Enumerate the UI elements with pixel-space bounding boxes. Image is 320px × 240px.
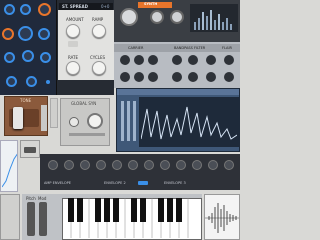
filter-knob-1[interactable]: [172, 55, 182, 65]
env-knob-5[interactable]: [112, 160, 122, 170]
global-panel: GLOBAL SYN: [60, 98, 110, 146]
carrier-knob-4[interactable]: [120, 72, 130, 82]
filter-knob-2[interactable]: [188, 55, 198, 65]
sample-waveform-panel: [204, 194, 240, 240]
tone-panel: TONE: [4, 96, 48, 136]
envelope-2-label: ENVELOPE 2: [104, 181, 126, 185]
mod-wheel[interactable]: [39, 202, 47, 236]
mini-display-curve: [2, 153, 17, 188]
env-knob-4[interactable]: [96, 160, 106, 170]
knob-11[interactable]: [26, 76, 37, 87]
carrier-knob-3[interactable]: [148, 55, 158, 65]
cycles-knob[interactable]: [92, 61, 106, 75]
lfo-panel: AMOUNT RAMP RATE CYCLES: [58, 10, 114, 80]
envelope-2-indicator[interactable]: [138, 181, 148, 185]
flair-knob-2[interactable]: [224, 72, 234, 82]
eq-fader-2[interactable]: [127, 101, 130, 141]
tone-side-block: [41, 105, 47, 131]
knob-10[interactable]: [6, 76, 17, 87]
amp-envelope-label: AMP ENVELOPE: [44, 181, 71, 185]
left-mini-toggle-panel: [20, 140, 40, 158]
synth-spectrum-bars: [194, 10, 232, 30]
env-knob-2[interactable]: [64, 160, 74, 170]
synth-badge-label: SYNTH: [144, 2, 158, 6]
eq-waveform: [141, 106, 237, 140]
filter-label: BANDPASS FILTER: [174, 46, 206, 50]
filter-knob-6[interactable]: [206, 72, 216, 82]
bottom-left-panel: [0, 194, 20, 240]
env-knob-7[interactable]: [144, 160, 154, 170]
knob-4[interactable]: [2, 28, 14, 40]
env-knob-11[interactable]: [208, 160, 218, 170]
synth-knob-3[interactable]: [170, 10, 184, 24]
filter-knob-5[interactable]: [188, 72, 198, 82]
amount-knob[interactable]: [66, 24, 80, 38]
spread-title: ST. SPREAD: [62, 4, 88, 9]
filter-knob-4[interactable]: [172, 72, 182, 82]
synth-knob-1[interactable]: [120, 8, 138, 26]
carrier-knob-5[interactable]: [134, 72, 144, 82]
ramp-knob[interactable]: [92, 24, 106, 38]
carrier-knob-1[interactable]: [120, 55, 130, 65]
blue-synth-panel: [0, 0, 56, 95]
env-knob-9[interactable]: [176, 160, 186, 170]
env-knob-6[interactable]: [128, 160, 138, 170]
knob-7[interactable]: [4, 52, 15, 63]
global-title: GLOBAL SYN: [71, 101, 97, 106]
flair-knob[interactable]: [224, 55, 234, 65]
env-knob-1[interactable]: [48, 160, 58, 170]
rate-knob[interactable]: [66, 61, 80, 75]
pitch-wheel-label: Pitch: [26, 196, 36, 201]
env-knob-8[interactable]: [160, 160, 170, 170]
keyboard-panel: Pitch Mod: [22, 194, 202, 240]
mini-toggle[interactable]: [24, 147, 36, 153]
eq-fader-1[interactable]: [121, 101, 124, 141]
left-mini-display: [0, 140, 18, 192]
eq-display-panel: [116, 88, 240, 152]
knob-2[interactable]: [20, 4, 31, 15]
cycles-label: CYCLES: [90, 55, 106, 60]
top-right-synth-panel: SYNTH CARRIER BANDPASS FILTER FLAIR: [114, 0, 240, 88]
global-knob-large[interactable]: [87, 113, 103, 129]
knob-8[interactable]: [22, 50, 34, 62]
keys[interactable]: [62, 198, 200, 238]
knob-9[interactable]: [40, 52, 51, 63]
carrier-knob-6[interactable]: [148, 72, 158, 82]
synth-knob-2[interactable]: [150, 10, 164, 24]
knob-1[interactable]: [4, 4, 15, 15]
knob-3[interactable]: [38, 3, 51, 16]
tone-title: TONE: [20, 98, 32, 103]
amount-label: AMOUNT: [66, 17, 84, 22]
env-knob-3[interactable]: [80, 160, 90, 170]
lfo-wave-selector[interactable]: [68, 41, 78, 47]
ramp-label: RAMP: [92, 17, 104, 22]
rate-label: RATE: [68, 55, 79, 60]
carrier-knob-2[interactable]: [134, 55, 144, 65]
global-slider[interactable]: [69, 133, 105, 136]
eq-header-bar: [117, 89, 239, 95]
spread-mode-value[interactable]: 0+0: [101, 4, 109, 9]
env-knob-10[interactable]: [192, 160, 202, 170]
env-knob-12[interactable]: [224, 160, 234, 170]
pitch-wheel[interactable]: [27, 202, 35, 236]
mod-wheel-label: Mod: [38, 196, 47, 201]
envelope-strip: AMP ENVELOPE ENVELOPE 2 ENVELOPE 3: [40, 154, 240, 190]
knob-6[interactable]: [38, 28, 50, 40]
eq-fader-3[interactable]: [133, 101, 136, 141]
status-led: [46, 80, 50, 84]
knob-5[interactable]: [18, 26, 33, 41]
filter-knob-3[interactable]: [206, 55, 216, 65]
small-meter-panel: [50, 98, 58, 128]
filter-aux-label: FLAIR: [222, 46, 232, 50]
tone-slider-handle[interactable]: [13, 107, 23, 129]
global-knob-small[interactable]: [69, 117, 79, 127]
sample-waveform: [205, 203, 239, 233]
carrier-label: CARRIER: [128, 46, 144, 50]
envelope-3-label: ENVELOPE 3: [164, 181, 186, 185]
